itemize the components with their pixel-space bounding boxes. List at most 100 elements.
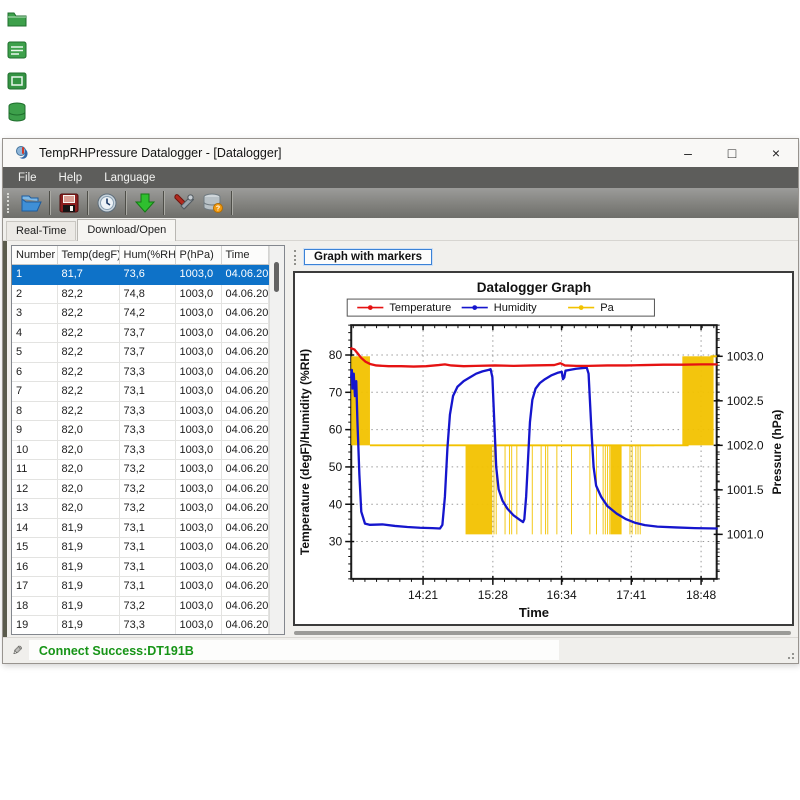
table-cell[interactable]: 82,0 [57,421,119,441]
table-row[interactable]: 1781,973,11003,004.06.2023 13... [12,577,269,597]
maximize-button[interactable]: □ [710,139,754,167]
table-cell[interactable]: 73,2 [119,479,175,499]
table-cell[interactable]: 73,1 [119,538,175,558]
table-cell[interactable]: 73,1 [119,577,175,597]
table-cell[interactable]: 11 [12,460,57,480]
table-cell[interactable]: 1003,0 [175,440,221,460]
table-cell[interactable]: 04.06.2023 13... [221,577,269,597]
table-cell[interactable]: 82,0 [57,440,119,460]
table-cell[interactable]: 04.06.2023 13... [221,343,269,363]
table-cell[interactable]: 82,2 [57,343,119,363]
folder-icon[interactable] [6,8,28,30]
table-row[interactable]: 382,274,21003,004.06.2023 13... [12,304,269,324]
download-button[interactable] [130,190,160,216]
table-cell[interactable]: 1003,0 [175,460,221,480]
table-row[interactable]: 1282,073,21003,004.06.2023 13... [12,479,269,499]
table-cell[interactable]: 74,2 [119,304,175,324]
table-cell[interactable]: 82,2 [57,304,119,324]
table-cell[interactable]: 1003,0 [175,362,221,382]
table-cell[interactable]: 82,2 [57,323,119,343]
table-cell[interactable]: 04.06.2023 13... [221,616,269,635]
window-resize-grip[interactable] [785,650,795,660]
table-cell[interactable]: 19 [12,616,57,635]
graph-panel-grip[interactable] [294,250,299,265]
table-cell[interactable]: 73,3 [119,440,175,460]
table-cell[interactable]: 1003,0 [175,479,221,499]
device-info-button[interactable]: ? [198,190,228,216]
column-header[interactable]: Time [221,246,269,265]
menu-file[interactable]: File [7,172,48,184]
settings-button[interactable] [168,190,198,216]
column-header[interactable]: Number [12,246,57,265]
table-row[interactable]: 181,773,61003,004.06.2023 13... [12,265,269,285]
table-cell[interactable]: 82,2 [57,382,119,402]
table-row[interactable]: 1981,973,31003,004.06.2023 13... [12,616,269,635]
table-cell[interactable]: 73,2 [119,596,175,616]
table-cell[interactable]: 82,0 [57,499,119,519]
table-cell[interactable]: 1003,0 [175,323,221,343]
table-row[interactable]: 982,073,31003,004.06.2023 13... [12,421,269,441]
column-header[interactable]: Hum(%RH) [119,246,175,265]
table-cell[interactable]: 82,0 [57,460,119,480]
table-cell[interactable]: 04.06.2023 13... [221,323,269,343]
table-cell[interactable]: 73,7 [119,323,175,343]
chart-hscrollbar[interactable] [294,631,791,635]
table-row[interactable]: 1082,073,31003,004.06.2023 13... [12,440,269,460]
table-cell[interactable]: 1 [12,265,57,285]
table-cell[interactable]: 7 [12,382,57,402]
table-cell[interactable]: 1003,0 [175,577,221,597]
table-cell[interactable]: 04.06.2023 13... [221,421,269,441]
table-row[interactable]: 682,273,31003,004.06.2023 13... [12,362,269,382]
table-cell[interactable]: 81,9 [57,538,119,558]
table-cell[interactable]: 73,3 [119,362,175,382]
table-cell[interactable]: 1003,0 [175,382,221,402]
table-row[interactable]: 782,273,11003,004.06.2023 13... [12,382,269,402]
table-cell[interactable]: 73,6 [119,265,175,285]
table-scrollbar[interactable] [269,246,284,634]
table-cell[interactable]: 73,3 [119,401,175,421]
table-cell[interactable]: 73,7 [119,343,175,363]
table-row[interactable]: 1481,973,11003,004.06.2023 13... [12,518,269,538]
table-cell[interactable]: 73,1 [119,382,175,402]
table-cell[interactable]: 1003,0 [175,343,221,363]
table-cell[interactable]: 12 [12,479,57,499]
table-cell[interactable]: 81,9 [57,557,119,577]
menu-help[interactable]: Help [48,172,94,184]
table-cell[interactable]: 13 [12,499,57,519]
table-cell[interactable]: 81,9 [57,616,119,635]
table-cell[interactable]: 10 [12,440,57,460]
table-cell[interactable]: 04.06.2023 13... [221,362,269,382]
table-cell[interactable]: 74,8 [119,284,175,304]
table-row[interactable]: 1382,073,21003,004.06.2023 13... [12,499,269,519]
column-header[interactable]: Temp(degF) [57,246,119,265]
table-cell[interactable]: 1003,0 [175,499,221,519]
table-cell[interactable]: 73,1 [119,557,175,577]
table-cell[interactable]: 04.06.2023 13... [221,401,269,421]
table-cell[interactable]: 04.06.2023 13... [221,284,269,304]
table-row[interactable]: 482,273,71003,004.06.2023 13... [12,323,269,343]
table-cell[interactable]: 1003,0 [175,265,221,285]
table-row[interactable]: 1881,973,21003,004.06.2023 13... [12,596,269,616]
menu-language[interactable]: Language [93,172,166,184]
table-cell[interactable]: 81,9 [57,596,119,616]
table-cell[interactable]: 73,3 [119,421,175,441]
table-cell[interactable]: 81,9 [57,518,119,538]
table-cell[interactable]: 6 [12,362,57,382]
table-row[interactable]: 1681,973,11003,004.06.2023 13... [12,557,269,577]
table-row[interactable]: 582,273,71003,004.06.2023 13... [12,343,269,363]
table-cell[interactable]: 1003,0 [175,421,221,441]
column-header[interactable]: P(hPa) [175,246,221,265]
table-cell[interactable]: 1003,0 [175,518,221,538]
table-cell[interactable]: 17 [12,577,57,597]
table-cell[interactable]: 04.06.2023 13... [221,304,269,324]
table-row[interactable]: 1581,973,11003,004.06.2023 13... [12,538,269,558]
history-button[interactable] [92,190,122,216]
table-cell[interactable]: 1003,0 [175,538,221,558]
open-button[interactable] [16,190,46,216]
table-cell[interactable]: 04.06.2023 13... [221,557,269,577]
table-cell[interactable]: 5 [12,343,57,363]
table-cell[interactable]: 82,2 [57,401,119,421]
table-cell[interactable]: 15 [12,538,57,558]
table-cell[interactable]: 81,9 [57,577,119,597]
table-cell[interactable]: 04.06.2023 13... [221,265,269,285]
